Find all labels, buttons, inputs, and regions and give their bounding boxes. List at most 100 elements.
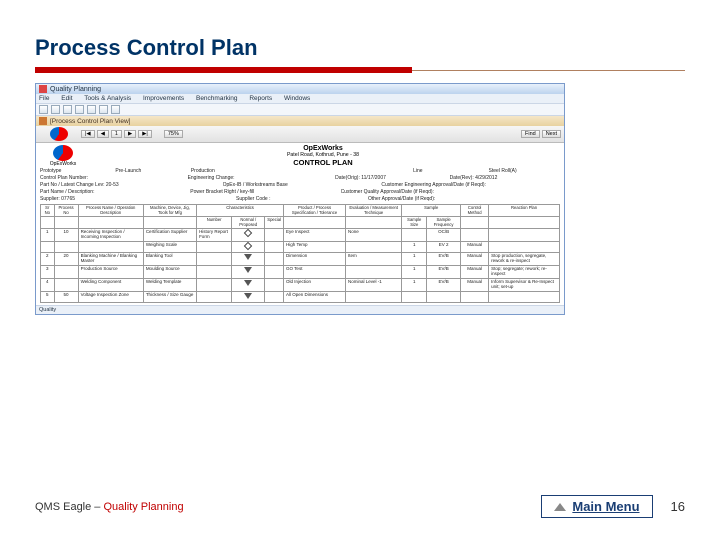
menu-reports[interactable]: Reports bbox=[249, 95, 272, 102]
table-cell: Welding Component bbox=[78, 279, 143, 292]
toolbar-btn-4[interactable] bbox=[75, 105, 84, 114]
table-header-row: Sr No Process No Process Name / Operatio… bbox=[41, 205, 560, 217]
table-cell: Eye Inspect bbox=[284, 229, 346, 242]
nav-next-button[interactable]: ▶ bbox=[124, 130, 136, 138]
main-menu-button[interactable]: Main Menu bbox=[541, 495, 652, 518]
table-cell: GO Test bbox=[284, 266, 346, 279]
meta-date-orig: Date(Orig): 11/17/2007 bbox=[335, 175, 445, 181]
table-row: 3Production SourceMoulding SourceGO Test… bbox=[41, 266, 560, 279]
table-cell: Weighing Scale bbox=[143, 242, 196, 253]
toolbar-btn-7[interactable] bbox=[111, 105, 120, 114]
title-underline bbox=[35, 67, 685, 73]
spec-symbol-cell bbox=[232, 266, 265, 279]
app-icon bbox=[39, 85, 47, 93]
nav-last-button[interactable]: ▶| bbox=[138, 130, 152, 138]
table-cell: OC/B bbox=[427, 229, 461, 242]
table-cell: Inform Supervisor & Re-Inspect unit; set… bbox=[489, 279, 560, 292]
nav-page-field[interactable]: 1 bbox=[111, 130, 122, 138]
meta-r1-sp bbox=[266, 168, 409, 174]
table-cell: Old Injection bbox=[284, 279, 346, 292]
table-cell bbox=[402, 229, 427, 242]
toolbar-btn-6[interactable] bbox=[99, 105, 108, 114]
table-cell: Thickness / Size Gauge bbox=[143, 291, 196, 302]
table-cell: EV 2 bbox=[427, 242, 461, 253]
app-window: Quality Planning File Edit Tools & Analy… bbox=[35, 83, 565, 315]
meta-custqual: Customer Quality Approval/Date (if Reqd)… bbox=[341, 189, 560, 195]
table-cell bbox=[265, 242, 284, 253]
table-cell: Dimension bbox=[284, 253, 346, 266]
slide-footer: QMS Eagle – Quality Planning Main Menu 1… bbox=[35, 495, 685, 518]
menu-benchmarking[interactable]: Benchmarking bbox=[196, 95, 238, 102]
meta-row-1: Prototype Pre-Launch Production Line Ste… bbox=[40, 168, 560, 174]
table-cell: Manual bbox=[461, 253, 489, 266]
footer-module: Quality Planning bbox=[103, 501, 183, 513]
table-cell bbox=[402, 291, 427, 302]
nav-logo-cell bbox=[39, 127, 79, 141]
table-cell: Production Source bbox=[78, 266, 143, 279]
footer-left: QMS Eagle – Quality Planning bbox=[35, 501, 184, 513]
table-cell bbox=[427, 291, 461, 302]
menubar: File Edit Tools & Analysis Improvements … bbox=[36, 94, 564, 103]
table-cell bbox=[197, 242, 232, 253]
table-cell: Voltage Inspection Zone bbox=[78, 291, 143, 302]
table-cell: Nominal Level -1 bbox=[346, 279, 402, 292]
statusbar-text: Quality bbox=[39, 307, 56, 313]
table-cell: 4 bbox=[41, 279, 55, 292]
table-cell bbox=[461, 291, 489, 302]
meta-row-3: Part Name / Description: Power Bracket R… bbox=[40, 189, 560, 195]
menu-improvements[interactable]: Improvements bbox=[143, 95, 184, 102]
nav-first-button[interactable]: |◀ bbox=[81, 130, 95, 138]
table-cell bbox=[265, 253, 284, 266]
table-cell bbox=[489, 229, 560, 242]
menu-tools[interactable]: Tools & Analysis bbox=[84, 95, 131, 102]
table-cell: History Report Form bbox=[197, 229, 232, 242]
up-arrow-icon bbox=[554, 503, 566, 511]
table-cell: 1 bbox=[402, 253, 427, 266]
menu-edit[interactable]: Edit bbox=[61, 95, 72, 102]
meta-cpnum: Control Plan Number: bbox=[40, 175, 184, 181]
meta-date-rev: Date(Rev): 4/29/2012 bbox=[450, 175, 560, 181]
nav-zoom-field[interactable]: 75% bbox=[164, 130, 183, 138]
window-titlebar: Quality Planning bbox=[36, 84, 564, 94]
doc-logo-caption: OpExWorks bbox=[40, 161, 86, 167]
nav-prev-button[interactable]: ◀ bbox=[97, 130, 109, 138]
toolbar-btn-5[interactable] bbox=[87, 105, 96, 114]
table-cell: Certification Supplier bbox=[143, 229, 196, 242]
table-cell: 5 bbox=[41, 291, 55, 302]
nav-findnext-button[interactable]: Next bbox=[542, 130, 561, 138]
table-cell: 1 bbox=[41, 229, 55, 242]
toolbar-btn-2[interactable] bbox=[51, 105, 60, 114]
table-cell bbox=[489, 291, 560, 302]
toolbar-btn-3[interactable] bbox=[63, 105, 72, 114]
meta-otherapp: Other Approval/Date (if Reqd): bbox=[368, 196, 560, 202]
table-cell bbox=[346, 266, 402, 279]
table-cell bbox=[54, 242, 78, 253]
triangle-icon bbox=[244, 267, 252, 273]
table-cell: 1 bbox=[402, 242, 427, 253]
table-cell bbox=[197, 253, 232, 266]
toolbar-btn-1[interactable] bbox=[39, 105, 48, 114]
table-cell bbox=[265, 229, 284, 242]
control-plan-table: Sr No Process No Process Name / Operatio… bbox=[40, 204, 560, 303]
slide-title: Process Control Plan bbox=[35, 35, 685, 61]
subcol-special: Special bbox=[265, 217, 284, 229]
menu-windows[interactable]: Windows bbox=[284, 95, 310, 102]
table-cell: 1 bbox=[402, 279, 427, 292]
menu-file[interactable]: File bbox=[39, 95, 49, 102]
table-cell: High Temp bbox=[284, 242, 346, 253]
table-cell: 50 bbox=[54, 291, 78, 302]
doc-logo-block: OpExWorks bbox=[40, 145, 86, 167]
nav-find-button[interactable]: Find bbox=[521, 130, 540, 138]
meta-partno: Part No / Latest Change Lev: 20-53 bbox=[40, 182, 219, 188]
triangle-icon bbox=[244, 293, 252, 299]
table-cell bbox=[197, 266, 232, 279]
col-char: Characteristics bbox=[197, 205, 284, 217]
table-cell: Blanking Machine / Blanking Master bbox=[78, 253, 143, 266]
meta-engchg: Engineering Change: bbox=[188, 175, 332, 181]
table-cell bbox=[41, 242, 55, 253]
meta-prelaunch: Pre-Launch bbox=[115, 168, 186, 174]
col-eval: Evaluation / Measurement Technique bbox=[346, 205, 402, 217]
meta-supplier: Supplier: 07765 bbox=[40, 196, 232, 202]
meta-row-1b: Control Plan Number: Engineering Change:… bbox=[40, 175, 560, 181]
subcol-size: Sample Size bbox=[402, 217, 427, 229]
